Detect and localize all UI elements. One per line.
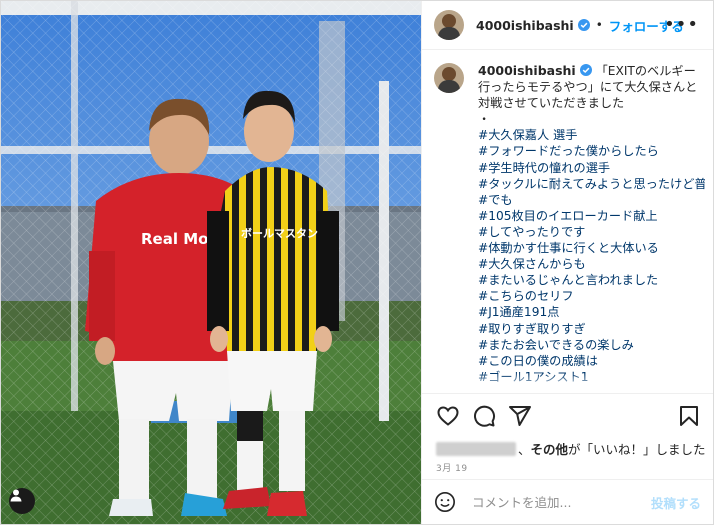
- hashtag-line[interactable]: #またお会いできるの楽しみ: [478, 337, 700, 353]
- hashtag-line[interactable]: #でも: [478, 192, 700, 208]
- caption-avatar[interactable]: [434, 63, 464, 93]
- verified-badge-icon: [577, 19, 590, 31]
- tagged-users-button[interactable]: [9, 488, 35, 514]
- post-date[interactable]: 3月 19: [436, 461, 468, 474]
- caption-username[interactable]: 4000ishibashi: [478, 63, 576, 78]
- instagram-post: Real Moterd ボールマスタン 4000ishibashi • フォロー…: [0, 0, 714, 525]
- likes-text: 、その他が「いいね！」しました: [518, 442, 706, 457]
- right-shirt-text: ボールマスタン: [241, 226, 318, 240]
- header-username[interactable]: 4000ishibashi: [476, 18, 574, 33]
- add-comment-bar: 投稿する: [422, 479, 713, 524]
- hashtag-line[interactable]: #してやったりです: [478, 224, 700, 240]
- post-photo[interactable]: Real Moterd ボールマスタン: [1, 1, 421, 524]
- avatar[interactable]: [434, 10, 464, 40]
- caption-comment: 4000ishibashi 「EXITのベルギー行ったらモテるやつ」にて大久保さ…: [434, 63, 705, 389]
- heart-icon[interactable]: [436, 404, 460, 428]
- caption-text: 4000ishibashi 「EXITのベルギー行ったらモテるやつ」にて大久保さ…: [478, 63, 705, 389]
- hashtag-line[interactable]: #体動かす仕事に行くと大体いる: [478, 240, 700, 256]
- hashtag-line[interactable]: #この日の僕の成績は: [478, 353, 700, 369]
- hashtag-line[interactable]: #学生時代の憧れの選手: [478, 160, 700, 176]
- comment-input[interactable]: [470, 493, 651, 511]
- verified-badge-icon: [579, 64, 592, 76]
- photo-scene: Real Moterd ボールマスタン: [1, 1, 421, 524]
- caption-bullet: ・: [478, 112, 491, 127]
- post-comment-button[interactable]: 投稿する: [651, 493, 701, 512]
- hashtag-line[interactable]: #J1通産191点: [478, 304, 700, 320]
- hashtag-line[interactable]: #またいるじゃんと言われました: [478, 272, 700, 288]
- hashtag-line[interactable]: #フォワードだった僕からしたら: [478, 143, 700, 159]
- bookmark-icon[interactable]: [677, 404, 701, 428]
- hashtag-list: #大久保嘉人 選手 #フォワードだった僕からしたら #学生時代の憧れの選手 #タックル…: [478, 127, 705, 385]
- likes-summary[interactable]: 、その他が「いいね！」しました: [436, 439, 706, 458]
- share-icon[interactable]: [508, 404, 532, 428]
- hashtag-line[interactable]: #大久保嘉人 選手: [478, 127, 700, 143]
- blurred-username: [436, 441, 516, 456]
- emoji-icon[interactable]: [434, 491, 456, 513]
- hashtag-line[interactable]: #こちらのセリフ: [478, 288, 700, 304]
- comment-icon[interactable]: [472, 404, 496, 428]
- header-separator: •: [595, 18, 603, 32]
- hashtag-line[interactable]: #105枚目のイエローカード献上: [478, 208, 700, 224]
- hashtag-line[interactable]: #大久保さんからも: [478, 256, 700, 272]
- more-options-button[interactable]: •••: [664, 14, 699, 35]
- post-side-panel: 4000ishibashi • フォローする ••• 4000ishibashi…: [421, 1, 713, 524]
- caption-fade: [422, 373, 713, 391]
- hashtag-line[interactable]: #取りすぎ取りすぎ: [478, 321, 700, 337]
- action-bar: [422, 393, 713, 438]
- hashtag-line[interactable]: #タックルに耐えてみようと思ったけど普通に飛ばされました: [478, 176, 705, 192]
- person-icon: [10, 489, 22, 502]
